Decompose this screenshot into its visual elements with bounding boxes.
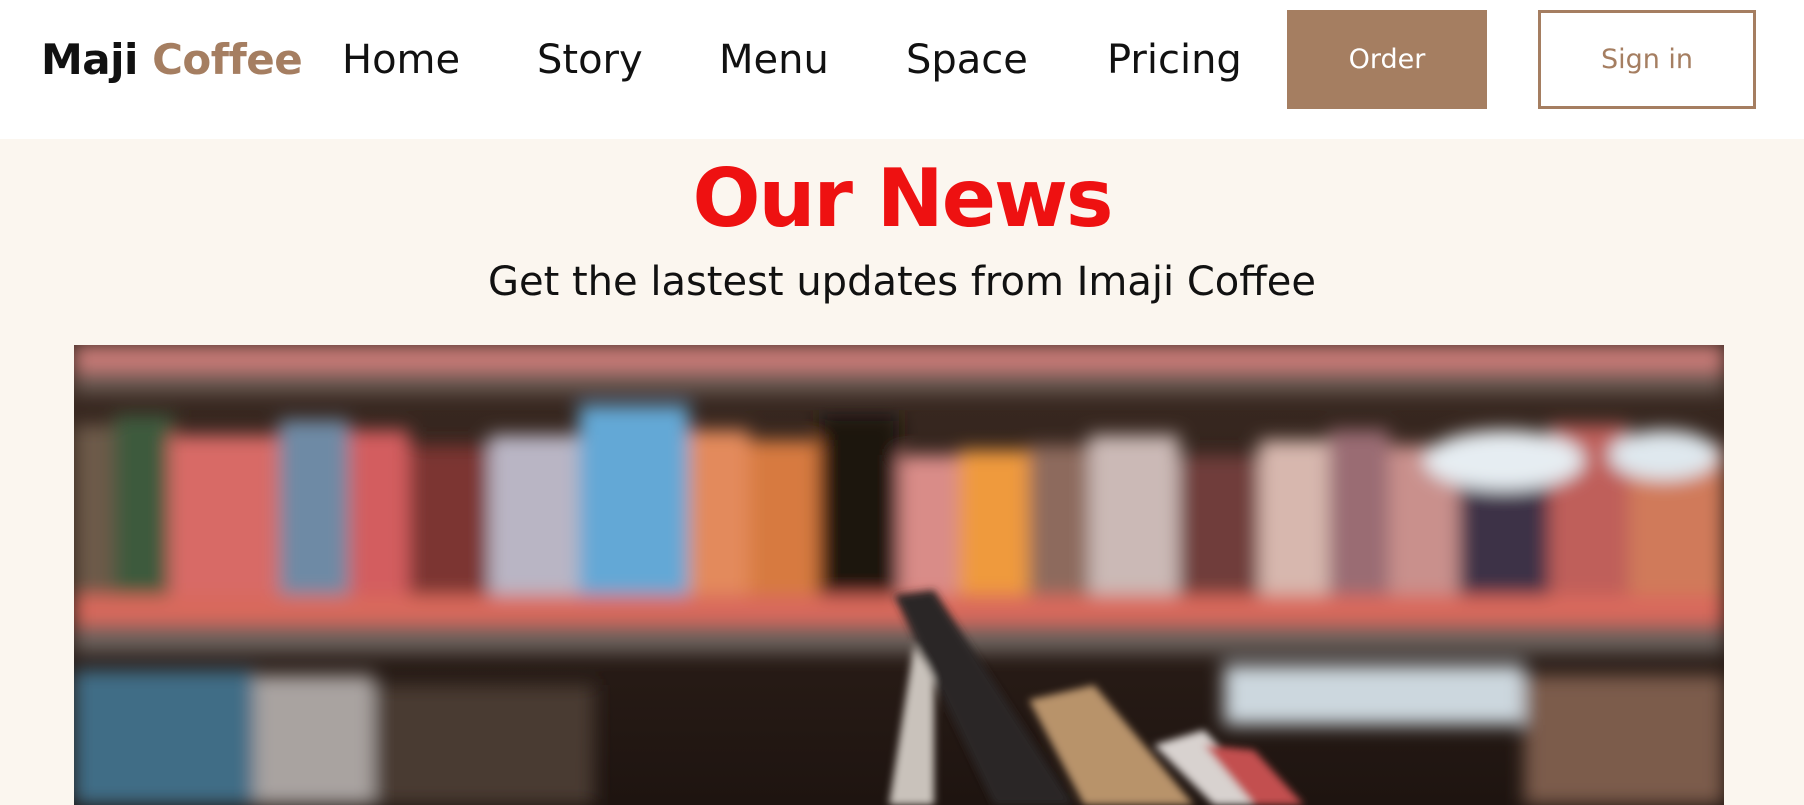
brand-name-part1: Maji: [41, 35, 138, 84]
news-section: Our News Get the lastest updates from Im…: [0, 139, 1804, 805]
nav-link-story[interactable]: Story: [537, 32, 643, 88]
brand-logo[interactable]: Maji Coffee: [41, 30, 303, 90]
nav-link-home[interactable]: Home: [342, 32, 460, 88]
news-title: Our News: [692, 152, 1114, 245]
nav-link-pricing[interactable]: Pricing: [1107, 32, 1242, 88]
order-button[interactable]: Order: [1287, 10, 1487, 109]
nav-link-space[interactable]: Space: [906, 32, 1028, 88]
news-subtitle: Get the lastest updates from Imaji Coffe…: [487, 259, 1317, 305]
brand-name-part2: Coffee: [152, 35, 303, 84]
news-hero-image: [74, 345, 1724, 805]
top-navbar: Maji Coffee Home Story Menu Space Pricin…: [0, 0, 1804, 139]
sign-in-button[interactable]: Sign in: [1538, 10, 1756, 109]
bookshelf-photo: [74, 345, 1724, 805]
nav-link-menu[interactable]: Menu: [719, 32, 829, 88]
